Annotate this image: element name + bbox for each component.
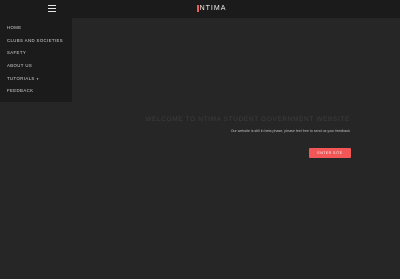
enter-site-button[interactable]: ENTER SITE	[309, 148, 351, 158]
chevron-down-icon: ▾	[36, 76, 39, 81]
hero-title: WELCOME TO NTIMA STUDENT GOVERNMENT WEBS…	[145, 116, 350, 123]
sidebar-item-label: HOME	[7, 25, 22, 30]
logo-text: NTIMA	[199, 5, 227, 12]
sidebar-item-label: ABOUT US	[7, 63, 33, 69]
sidebar-nav: HOME CLUBS AND SOCIETIES SAFETY ABOUT US…	[0, 18, 72, 103]
sidebar-item-home[interactable]: HOME	[0, 22, 72, 35]
logo-accent-mark	[197, 5, 199, 12]
hamburger-menu-icon[interactable]	[48, 5, 56, 12]
sidebar-item-label: SAFETY	[7, 50, 27, 56]
sidebar-item-tutorials[interactable]: TUTORIALS ▾	[0, 73, 72, 86]
top-bar: NTIMA	[0, 0, 400, 18]
sidebar-item-label: CLUBS AND SOCIETIES	[7, 37, 64, 43]
sidebar-item-about-us[interactable]: ABOUT US	[0, 60, 72, 73]
sidebar-item-safety[interactable]: SAFETY	[0, 47, 72, 60]
sidebar-item-feedback[interactable]: FEEDBACK	[0, 85, 72, 98]
sidebar-item-label: TUTORIALS	[7, 75, 35, 81]
hero-section: WELCOME TO NTIMA STUDENT GOVERNMENT WEBS…	[145, 116, 350, 134]
sidebar-item-label: FEEDBACK	[7, 88, 34, 94]
sidebar-item-clubs-and-societies[interactable]: CLUBS AND SOCIETIES	[0, 35, 72, 48]
site-logo[interactable]: NTIMA	[197, 5, 226, 13]
hero-subtitle: Our website is still in beta phase, plea…	[230, 129, 350, 133]
